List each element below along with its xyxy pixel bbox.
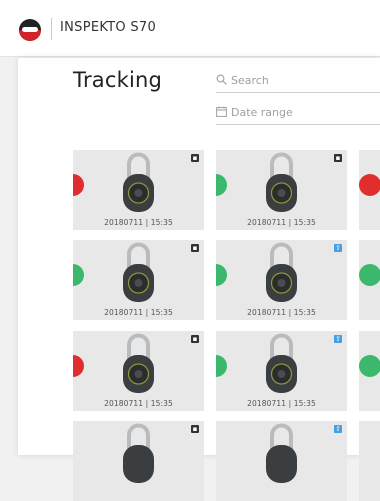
- tile-timestamp: 20180711 | 15:35: [247, 218, 316, 227]
- inspection-tile[interactable]: [359, 421, 380, 501]
- tile-timestamp: 20180711 | 15:35: [247, 399, 316, 408]
- padlock-image: [123, 333, 154, 393]
- app-title: INSPEKTO S70: [60, 20, 157, 35]
- inspection-tile[interactable]: [359, 331, 380, 411]
- tile-timestamp: 20180711 | 15:35: [104, 218, 173, 227]
- status-indicator: [73, 264, 84, 286]
- tile-badge-icon[interactable]: ▪: [191, 244, 199, 252]
- padlock-image: [266, 242, 297, 302]
- inspection-tile[interactable]: [359, 240, 380, 320]
- page-title: Tracking: [73, 68, 163, 92]
- inspection-tile[interactable]: ⇧ 20180711 | 15:35: [216, 331, 347, 411]
- search-input[interactable]: Search: [216, 70, 380, 93]
- tile-badge-icon[interactable]: ▪: [191, 335, 199, 343]
- search-placeholder: Search: [231, 74, 269, 87]
- padlock-image: [123, 152, 154, 212]
- inspection-tile[interactable]: ▪: [73, 421, 204, 501]
- inspection-tile[interactable]: [359, 150, 380, 230]
- date-range-input[interactable]: Date range: [216, 102, 380, 125]
- padlock-image: [266, 423, 297, 483]
- inspection-tile[interactable]: ▪ 20180711 | 15:35: [73, 150, 204, 230]
- logo-divider: [51, 18, 52, 40]
- inspection-tile[interactable]: ▪ 20180711 | 15:35: [73, 331, 204, 411]
- inspection-tile[interactable]: ⇧ 20180711 | 15:35: [216, 240, 347, 320]
- tile-badge-icon[interactable]: ⇧: [334, 335, 342, 343]
- tile-timestamp: 20180711 | 15:35: [104, 308, 173, 317]
- tile-badge-icon[interactable]: ⇧: [334, 244, 342, 252]
- calendar-icon: [216, 106, 227, 117]
- padlock-image: [266, 333, 297, 393]
- status-indicator: [73, 355, 84, 377]
- tile-badge-icon[interactable]: ⇧: [334, 425, 342, 433]
- padlock-image: [266, 152, 297, 212]
- status-indicator: [359, 264, 380, 286]
- date-range-placeholder: Date range: [231, 106, 293, 119]
- inspection-tile[interactable]: ▪ 20180711 | 15:35: [216, 150, 347, 230]
- tile-badge-icon[interactable]: ▪: [191, 154, 199, 162]
- status-indicator: [216, 174, 227, 196]
- padlock-image: [123, 242, 154, 302]
- tile-badge-icon[interactable]: ▪: [334, 154, 342, 162]
- status-indicator: [216, 264, 227, 286]
- inspection-tile[interactable]: ▪ 20180711 | 15:35: [73, 240, 204, 320]
- status-indicator: [73, 174, 84, 196]
- search-icon: [216, 74, 227, 85]
- inspection-tile[interactable]: ⇧: [216, 421, 347, 501]
- status-indicator: [359, 174, 380, 196]
- tile-badge-icon[interactable]: ▪: [191, 425, 199, 433]
- status-indicator: [359, 355, 380, 377]
- tile-timestamp: 20180711 | 15:35: [247, 308, 316, 317]
- padlock-image: [123, 423, 154, 483]
- tile-timestamp: 20180711 | 15:35: [104, 399, 173, 408]
- top-bar: INSPEKTO S70: [0, 0, 380, 57]
- inspekto-logo[interactable]: [19, 19, 41, 41]
- status-indicator: [216, 355, 227, 377]
